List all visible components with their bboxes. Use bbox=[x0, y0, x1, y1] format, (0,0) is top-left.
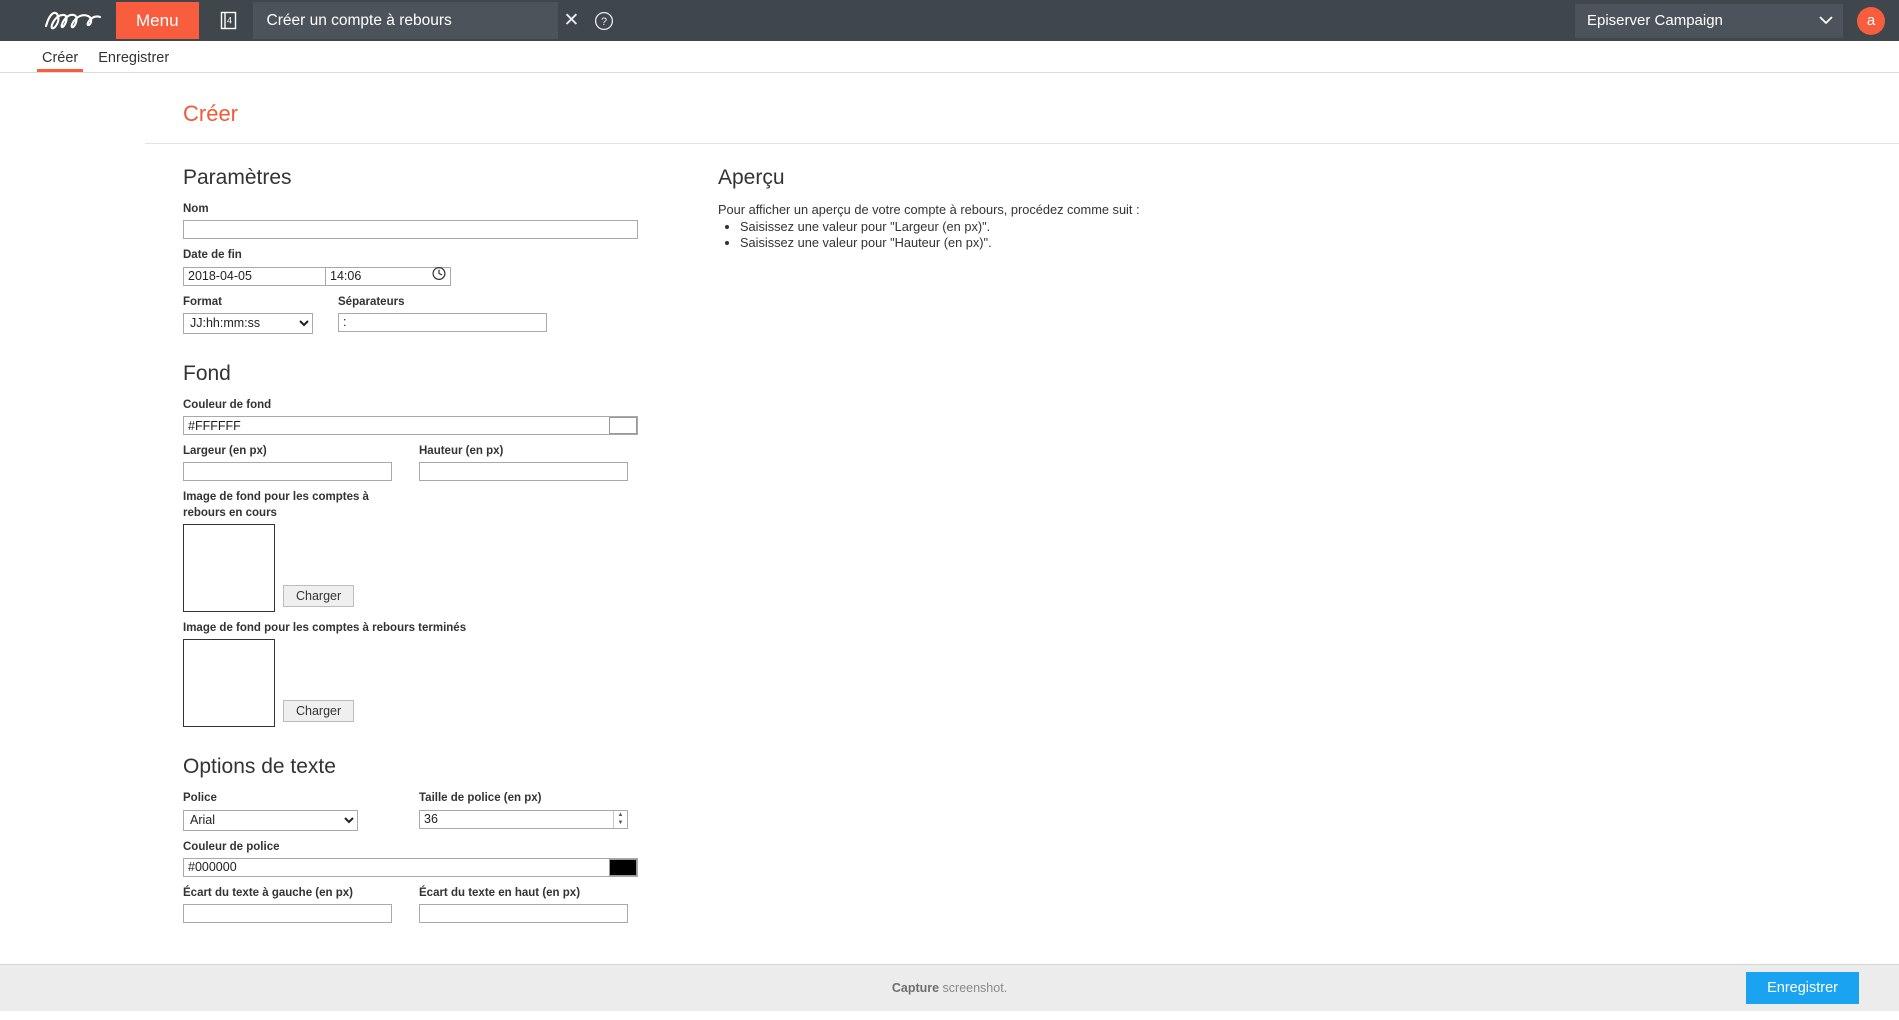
bottom-bar: Capture screenshot. Enregistrer bbox=[0, 964, 1899, 1011]
label-format: Format bbox=[183, 295, 222, 308]
section-heading-apercu: Aperçu bbox=[718, 166, 785, 189]
field-group-hauteur: Hauteur (en px) bbox=[419, 444, 628, 482]
background-color-wrapper bbox=[183, 416, 638, 436]
label-ecart-haut: Écart du texte en haut (en px) bbox=[419, 886, 581, 899]
field-group-nom: Nom bbox=[183, 202, 653, 240]
window-title-field[interactable]: Créer un compte à rebours bbox=[252, 2, 558, 39]
field-group-separateurs: Séparateurs bbox=[338, 295, 547, 334]
label-police: Police bbox=[183, 792, 217, 805]
quantity-stepper[interactable]: ▲ ▼ bbox=[613, 810, 627, 828]
tab-bar: Créer Enregistrer bbox=[0, 41, 1899, 73]
upload-block-termines: Charger bbox=[183, 639, 653, 728]
couleur-de-police-input[interactable] bbox=[183, 857, 638, 877]
close-icon[interactable]: ✕ bbox=[558, 11, 586, 30]
field-group-image-termines: Image de fond pour les comptes à rebours… bbox=[183, 621, 653, 728]
field-group-largeur: Largeur (en px) bbox=[183, 444, 419, 482]
field-group-image-en-cours: Image de fond pour les comptes à rebours… bbox=[183, 490, 653, 612]
svg-text:?: ? bbox=[601, 16, 607, 28]
end-date-input[interactable] bbox=[183, 266, 326, 286]
stepper-up-icon[interactable]: ▲ bbox=[614, 811, 627, 820]
field-group-police: Police Arial bbox=[183, 791, 419, 831]
label-largeur: Largeur (en px) bbox=[183, 445, 267, 458]
police-select[interactable]: Arial bbox=[183, 809, 358, 831]
label-image-en-cours: Image de fond pour les comptes à rebours… bbox=[183, 491, 369, 519]
tab-enregistrer[interactable]: Enregistrer bbox=[93, 50, 174, 72]
date-time-row bbox=[183, 266, 653, 286]
chevron-down-icon bbox=[1819, 12, 1833, 29]
taille-de-police-input[interactable] bbox=[419, 809, 628, 829]
section-heading-options-de-texte: Options de texte bbox=[183, 755, 336, 779]
window-stack-icon[interactable]: 4 bbox=[217, 10, 239, 32]
capture-screenshot-hint: Capture screenshot. bbox=[892, 981, 1007, 995]
help-icon[interactable]: ? bbox=[594, 11, 614, 31]
label-image-termines: Image de fond pour les comptes à rebours… bbox=[183, 621, 467, 634]
page-title: Créer bbox=[145, 73, 1899, 144]
largeur-input[interactable] bbox=[183, 462, 392, 482]
ecart-gauche-input[interactable] bbox=[183, 904, 392, 924]
field-group-date-de-fin: Date de fin bbox=[183, 248, 653, 286]
top-bar: Menu 4 Créer un compte à rebours ✕ ? Epi… bbox=[0, 0, 1899, 41]
account-name: Episerver Campaign bbox=[1587, 12, 1723, 29]
font-color-swatch[interactable] bbox=[609, 858, 637, 876]
save-button[interactable]: Enregistrer bbox=[1746, 972, 1859, 1004]
label-hauteur: Hauteur (en px) bbox=[419, 445, 504, 458]
account-selector[interactable]: Episerver Campaign bbox=[1575, 3, 1843, 38]
page-body: Créer Paramètres Nom Date de fin 2018-04… bbox=[0, 73, 1899, 1011]
ecart-haut-input[interactable] bbox=[419, 904, 628, 924]
account-area: Episerver Campaign a bbox=[1575, 0, 1885, 41]
police-taille-row: Police Arial Taille de police (en px) ▲ … bbox=[183, 791, 653, 831]
label-taille-de-police: Taille de police (en px) bbox=[419, 792, 542, 805]
field-group-taille-de-police: Taille de police (en px) ▲ ▼ bbox=[419, 791, 628, 830]
field-group-ecart-haut: Écart du texte en haut (en px) bbox=[419, 886, 628, 924]
nom-input[interactable] bbox=[183, 220, 638, 240]
ecart-row: Écart du texte à gauche (en px) Écart du… bbox=[183, 886, 653, 924]
image-preview-en-cours[interactable] bbox=[183, 523, 275, 612]
label-date-de-fin: Date de fin bbox=[183, 249, 242, 262]
tab-creer[interactable]: Créer bbox=[37, 50, 84, 72]
background-color-input[interactable] bbox=[183, 416, 638, 436]
label-nom: Nom bbox=[183, 203, 209, 215]
font-color-wrapper bbox=[183, 857, 638, 877]
capture-rest: screenshot. bbox=[939, 981, 1008, 995]
label-couleur-de-fond: Couleur de fond bbox=[183, 398, 272, 411]
field-group-couleur-de-fond: Couleur de fond bbox=[183, 398, 653, 436]
field-group-format: Format JJ:hh:mm:ss bbox=[183, 295, 338, 334]
end-time-input[interactable] bbox=[326, 266, 451, 286]
background-color-swatch[interactable] bbox=[609, 417, 637, 435]
list-item: Saisissez une valeur pour "Largeur (en p… bbox=[740, 219, 1338, 234]
format-separateurs-row: Format JJ:hh:mm:ss Séparateurs bbox=[183, 295, 653, 334]
upload-block-en-cours: Charger bbox=[183, 523, 653, 612]
section-heading-fond: Fond bbox=[183, 361, 231, 385]
settings-column: Paramètres Nom Date de fin 2018-04-05 14… bbox=[183, 166, 653, 932]
label-couleur-de-police: Couleur de police bbox=[183, 840, 280, 853]
field-group-ecart-gauche: Écart du texte à gauche (en px) bbox=[183, 886, 419, 924]
field-group-couleur-de-police: Couleur de police bbox=[183, 840, 653, 877]
time-input-wrapper bbox=[326, 266, 451, 286]
hauteur-input[interactable] bbox=[419, 462, 628, 482]
stack-badge-count: 4 bbox=[227, 15, 232, 25]
preview-intro-text: Pour afficher un aperçu de votre compte … bbox=[718, 202, 1140, 217]
stepper-down-icon[interactable]: ▼ bbox=[614, 819, 627, 828]
avatar[interactable]: a bbox=[1857, 6, 1885, 35]
label-separateurs: Séparateurs bbox=[338, 295, 405, 308]
charger-button-en-cours[interactable]: Charger bbox=[283, 584, 355, 607]
episerver-logo-icon[interactable] bbox=[42, 6, 104, 36]
separateurs-input[interactable] bbox=[338, 312, 547, 332]
preview-column: Aperçu Pour afficher un aperçu de votre … bbox=[718, 166, 1338, 932]
label-ecart-gauche: Écart du texte à gauche (en px) bbox=[183, 886, 353, 899]
charger-button-termines[interactable]: Charger bbox=[283, 700, 355, 723]
capture-strong: Capture bbox=[891, 981, 940, 995]
image-preview-termines[interactable] bbox=[183, 639, 275, 728]
content-area: Paramètres Nom Date de fin 2018-04-05 14… bbox=[0, 144, 1899, 932]
section-heading-parametres: Paramètres bbox=[183, 166, 292, 189]
menu-button[interactable]: Menu bbox=[116, 2, 199, 39]
preview-hint-list: Saisissez une valeur pour "Largeur (en p… bbox=[718, 219, 1338, 250]
format-select[interactable]: JJ:hh:mm:ss bbox=[183, 312, 313, 334]
taille-spinner-wrapper: ▲ ▼ bbox=[419, 809, 628, 829]
largeur-hauteur-row: Largeur (en px) Hauteur (en px) bbox=[183, 444, 653, 482]
list-item: Saisissez une valeur pour "Hauteur (en p… bbox=[740, 235, 1338, 250]
window-title-text: Créer un compte à rebours bbox=[266, 11, 452, 29]
